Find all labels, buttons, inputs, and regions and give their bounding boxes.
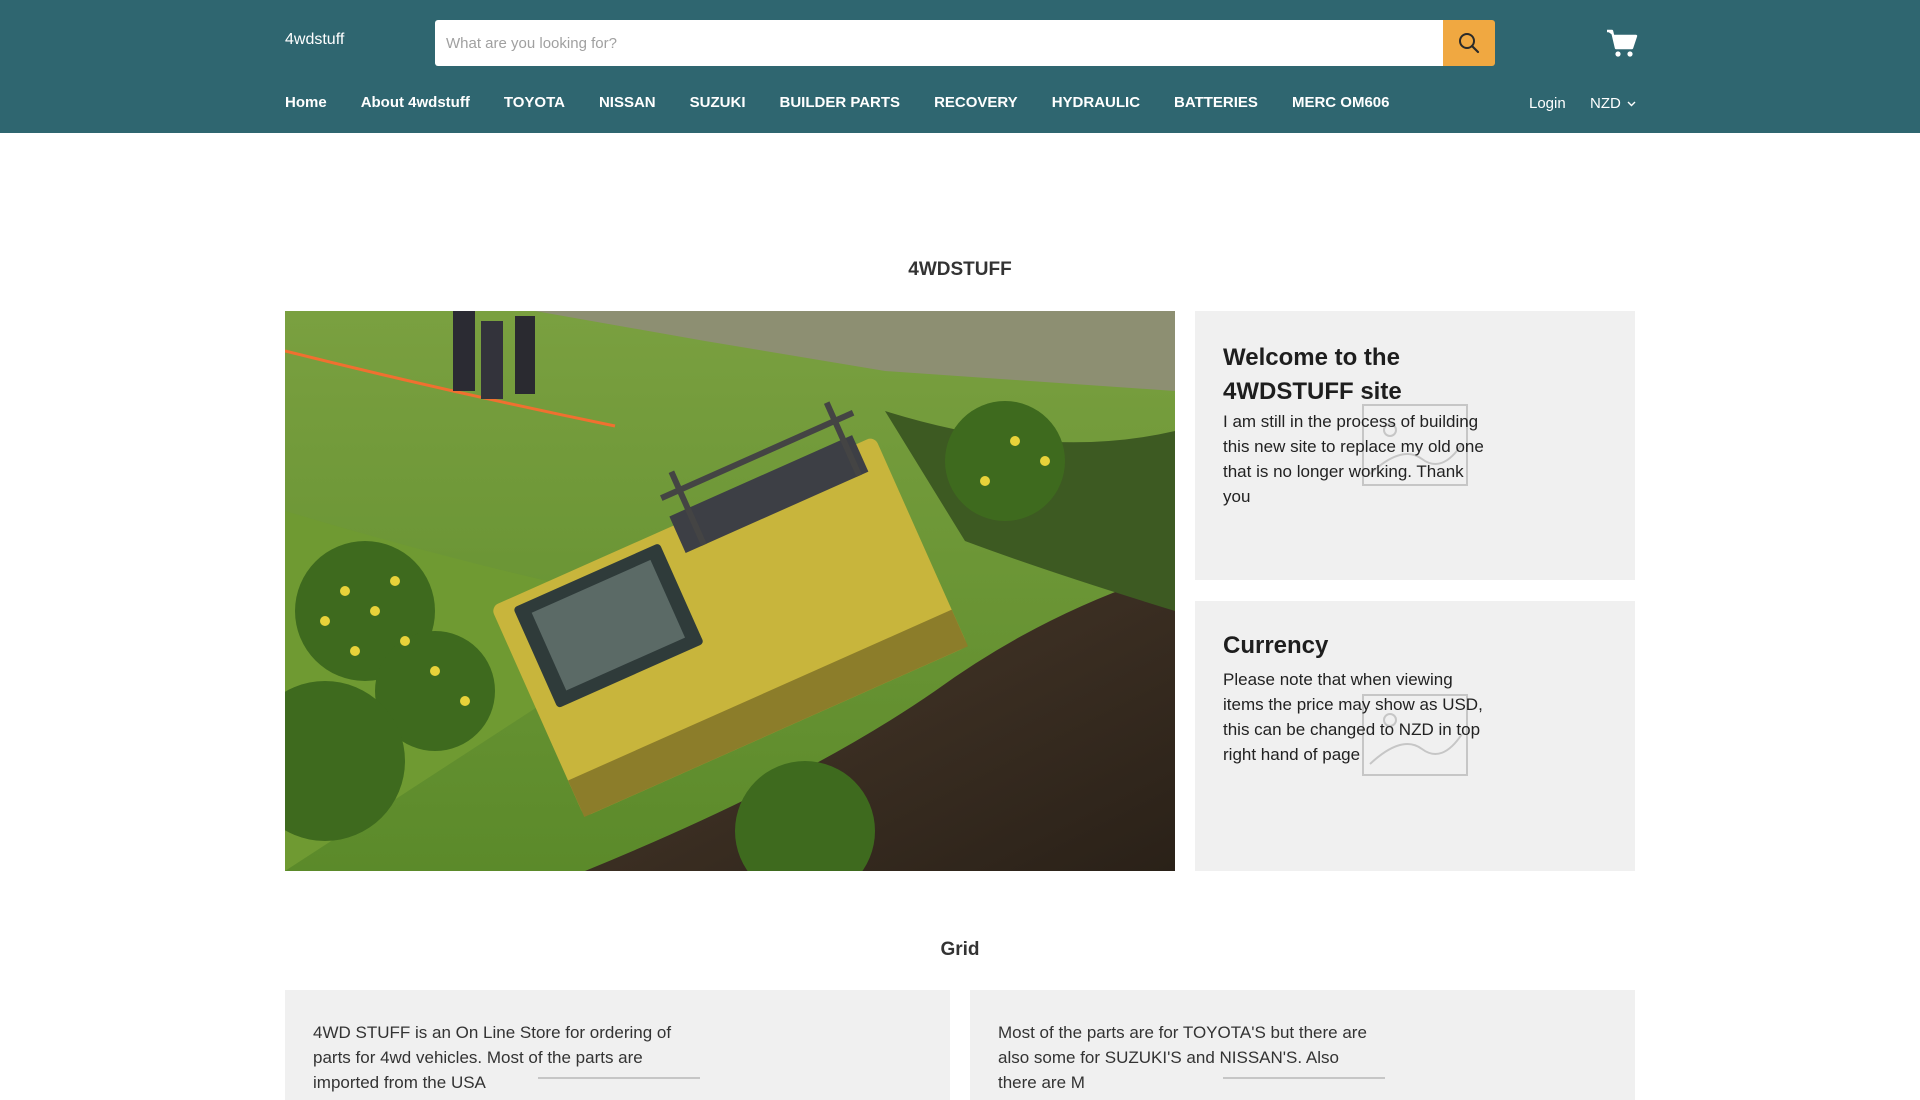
search-button[interactable] [1443, 20, 1495, 66]
nav-item-nissan[interactable]: NISSAN [599, 94, 656, 111]
cart-button[interactable] [1605, 26, 1639, 60]
currency-text: Please note that when viewing items the … [1223, 670, 1483, 764]
cart-icon [1607, 29, 1638, 57]
search-icon [1459, 33, 1480, 54]
grid-card: 4WD STUFF is an On Line Store for orderi… [285, 990, 950, 1100]
grid-card-text: 4WD STUFF is an On Line Store for orderi… [313, 1023, 672, 1092]
currency-heading: Currency [1223, 632, 1329, 659]
currency-selector[interactable]: NZD [1590, 95, 1636, 112]
offroad-truck-photo [285, 311, 1175, 871]
main-nav: Home About 4wdstuff TOYOTA NISSAN SUZUKI… [285, 94, 1423, 111]
currency-value: NZD [1590, 95, 1621, 112]
currency-card: Currency Please note that when viewing i… [1195, 601, 1635, 871]
page-title: 4WDSTUFF [908, 259, 1012, 280]
nav-item-recovery[interactable]: RECOVERY [934, 94, 1018, 111]
image-placeholder [538, 1077, 700, 1081]
search-bar [435, 20, 1495, 66]
nav-item-merc-om606[interactable]: MERC OM606 [1292, 94, 1390, 111]
nav-item-home[interactable]: Home [285, 94, 327, 111]
nav-item-batteries[interactable]: BATTERIES [1174, 94, 1258, 111]
nav-item-toyota[interactable]: TOYOTA [504, 94, 565, 111]
nav-item-about[interactable]: About 4wdstuff [361, 94, 470, 111]
chevron-down-icon [1627, 101, 1636, 106]
welcome-text: I am still in the process of building th… [1223, 412, 1484, 506]
login-link[interactable]: Login [1529, 95, 1566, 112]
nav-item-builder-parts[interactable]: BUILDER PARTS [780, 94, 901, 111]
hero-image [285, 311, 1175, 871]
grid-title: Grid [940, 939, 980, 960]
welcome-heading: Welcome to the 4WDSTUFF site [1223, 344, 1402, 405]
image-placeholder [1223, 1077, 1385, 1081]
welcome-card: Welcome to the 4WDSTUFF site I am still … [1195, 311, 1635, 580]
grid-card-text: Most of the parts are for TOYOTA'S but t… [998, 1023, 1367, 1092]
nav-item-hydraulic[interactable]: HYDRAULIC [1052, 94, 1140, 111]
nav-item-suzuki[interactable]: SUZUKI [690, 94, 746, 111]
site-header: 4wdstuff Home About 4wdstuff TOYOTA NISS… [0, 0, 1920, 133]
grid-card: Most of the parts are for TOYOTA'S but t… [970, 990, 1635, 1100]
site-logo[interactable]: 4wdstuff [285, 31, 344, 49]
search-input[interactable] [435, 20, 1443, 66]
